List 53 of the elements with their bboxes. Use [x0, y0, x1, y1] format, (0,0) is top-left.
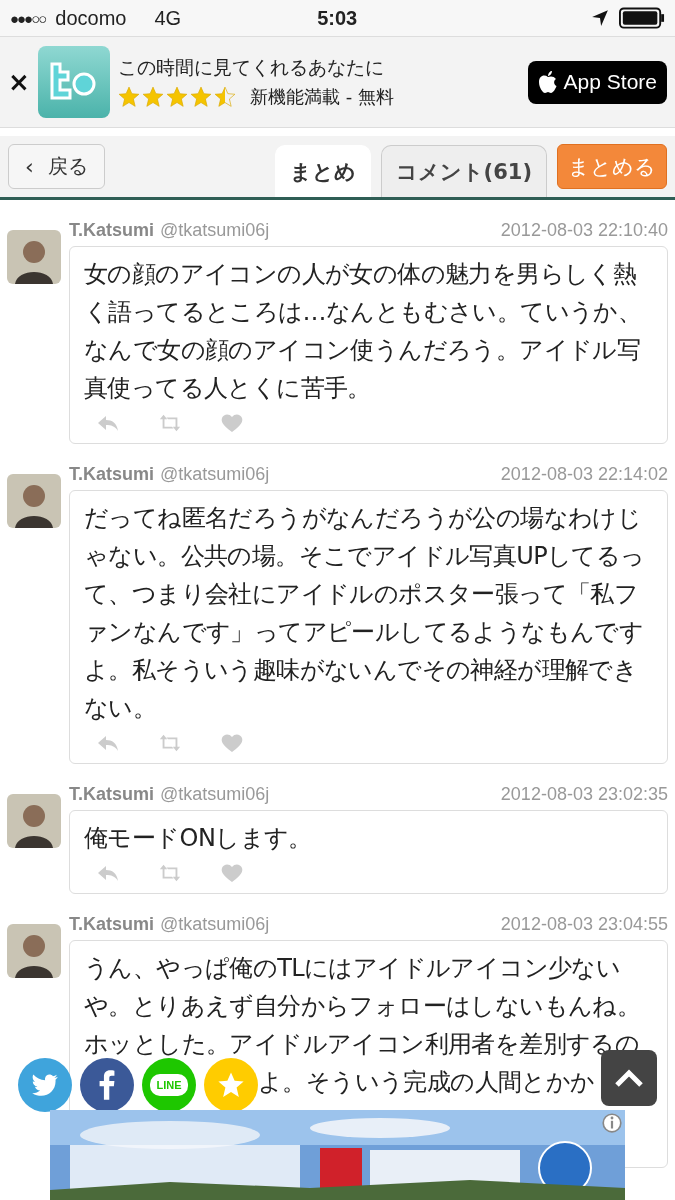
facebook-share-button[interactable]	[80, 1058, 134, 1112]
timestamp: 2012-08-03 22:14:02	[500, 464, 668, 485]
close-button[interactable]: ×	[8, 67, 30, 97]
reply-icon[interactable]	[96, 413, 120, 433]
heart-icon[interactable]	[220, 863, 244, 883]
tweet-text: 女の顔のアイコンの人が女の体の魅力を男らしく熱く語ってるところは…なんともむさい。ていうか、なんで女の顔のアイコン使うんだろう。アイドル写真使ってる人とくに苦手。	[84, 259, 643, 404]
location-arrow-icon	[591, 9, 609, 27]
ad-title: この時間に見てくれるあなたに	[118, 55, 385, 80]
avatar[interactable]	[7, 230, 61, 284]
heart-icon[interactable]	[220, 733, 244, 753]
user-handle[interactable]: @tkatsumi06j	[160, 464, 270, 485]
app-icon[interactable]	[38, 46, 110, 118]
retweet-icon[interactable]	[158, 413, 182, 433]
reply-icon[interactable]	[96, 863, 120, 883]
f-letter-icon	[99, 1070, 115, 1100]
summarize-button[interactable]: まとめる	[557, 144, 667, 189]
battery-icon	[619, 7, 665, 29]
retweet-icon[interactable]	[158, 733, 182, 753]
info-icon[interactable]	[601, 1112, 623, 1134]
timestamp: 2012-08-03 23:04:55	[500, 914, 668, 935]
network-type: 4G	[154, 6, 182, 30]
clock: 5:03	[317, 6, 359, 30]
user-handle[interactable]: @tkatsumi06j	[160, 784, 270, 805]
carrier: docomo	[55, 6, 127, 30]
favorite-button[interactable]	[204, 1058, 258, 1112]
tweet-text: 俺モードONします。	[84, 823, 313, 854]
signal-dots: ●●●○○	[10, 9, 46, 27]
apple-icon	[537, 70, 558, 94]
ad-subtitle: 新機能満載 - 無料	[250, 85, 394, 109]
timestamp: 2012-08-03 22:10:40	[500, 220, 668, 241]
retweet-icon[interactable]	[158, 863, 182, 883]
avatar[interactable]	[7, 474, 61, 528]
user-name[interactable]: T.Katsumi	[69, 464, 155, 485]
user-name[interactable]: T.Katsumi	[69, 220, 155, 241]
user-name[interactable]: T.Katsumi	[69, 914, 155, 935]
avatar[interactable]	[7, 924, 61, 978]
tab[interactable]: コメント(61)	[380, 145, 547, 197]
twitter-share-button[interactable]	[18, 1058, 72, 1112]
app-store-button[interactable]: App Store	[527, 60, 667, 104]
line-share-button[interactable]: LINE	[142, 1058, 196, 1112]
user-name[interactable]: T.Katsumi	[69, 784, 155, 805]
user-handle[interactable]: @tkatsumi06j	[160, 914, 270, 935]
timestamp: 2012-08-03 23:02:35	[500, 784, 668, 805]
avatar[interactable]	[7, 794, 61, 848]
user-handle[interactable]: @tkatsumi06j	[160, 220, 270, 241]
reply-icon[interactable]	[96, 733, 120, 753]
back-button[interactable]: ‹ 戻る	[8, 144, 105, 189]
tweet-text: よ。そういう完成の人間とかか	[258, 1067, 595, 1098]
chevron-up-icon	[614, 1068, 644, 1088]
tweet-text: だってね匿名だろうがなんだろうが公の場なわけじゃない。公共の場。そこでアイドル写真UPしてるって、つまり会社にアイドルのポスター張って「私ファンなんです」ってアピールしてるようなもんですよ。私そういう趣味がないんでその神経が理解できない。	[84, 503, 646, 724]
heart-icon[interactable]	[220, 413, 244, 433]
tab[interactable]: まとめ	[274, 145, 371, 197]
star-icon	[217, 1071, 245, 1099]
